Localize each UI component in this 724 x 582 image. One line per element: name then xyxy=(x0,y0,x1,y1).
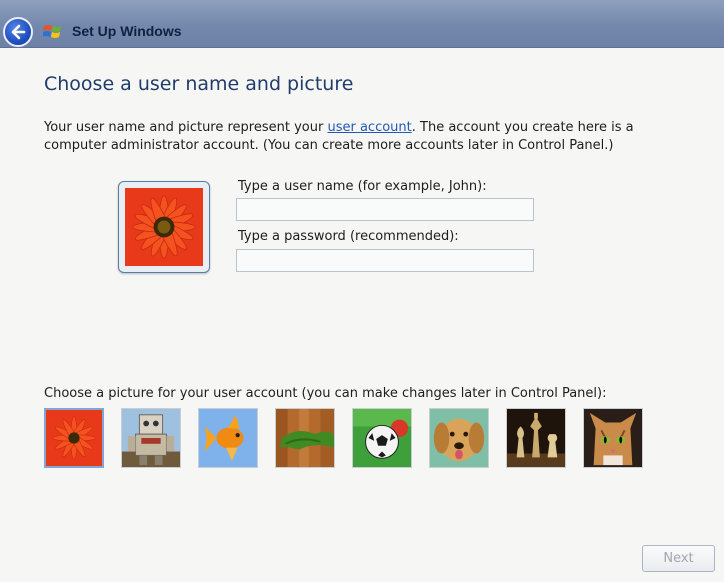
picture-dog[interactable] xyxy=(429,408,489,468)
description-text-start: Your user name and picture represent you… xyxy=(44,120,328,135)
password-input[interactable] xyxy=(236,249,534,272)
title-bar: Set Up Windows xyxy=(0,0,724,48)
selected-picture-frame xyxy=(118,181,210,273)
window-title: Set Up Windows xyxy=(72,23,182,39)
username-label: Type a user name (for example, John): xyxy=(238,179,487,194)
page-heading: Choose a user name and picture xyxy=(44,73,354,95)
picture-chooser-label: Choose a picture for your user account (… xyxy=(44,386,607,401)
back-arrow-icon xyxy=(11,24,26,40)
selected-picture xyxy=(125,188,203,266)
picture-kitten[interactable] xyxy=(583,408,643,468)
username-input[interactable] xyxy=(236,198,534,221)
page-description: Your user name and picture represent you… xyxy=(44,119,684,155)
next-button[interactable]: Next xyxy=(642,545,715,572)
picture-soccer-ball[interactable] xyxy=(352,408,412,468)
picture-chess[interactable] xyxy=(506,408,566,468)
back-button[interactable] xyxy=(3,17,33,47)
picture-bamboo[interactable] xyxy=(275,408,335,468)
password-label: Type a password (recommended): xyxy=(238,229,459,244)
picture-goldfish[interactable] xyxy=(198,408,258,468)
windows-logo-icon xyxy=(43,25,61,38)
picture-robot[interactable] xyxy=(121,408,181,468)
user-account-link[interactable]: user account xyxy=(327,120,411,135)
picture-flower[interactable] xyxy=(44,408,104,468)
